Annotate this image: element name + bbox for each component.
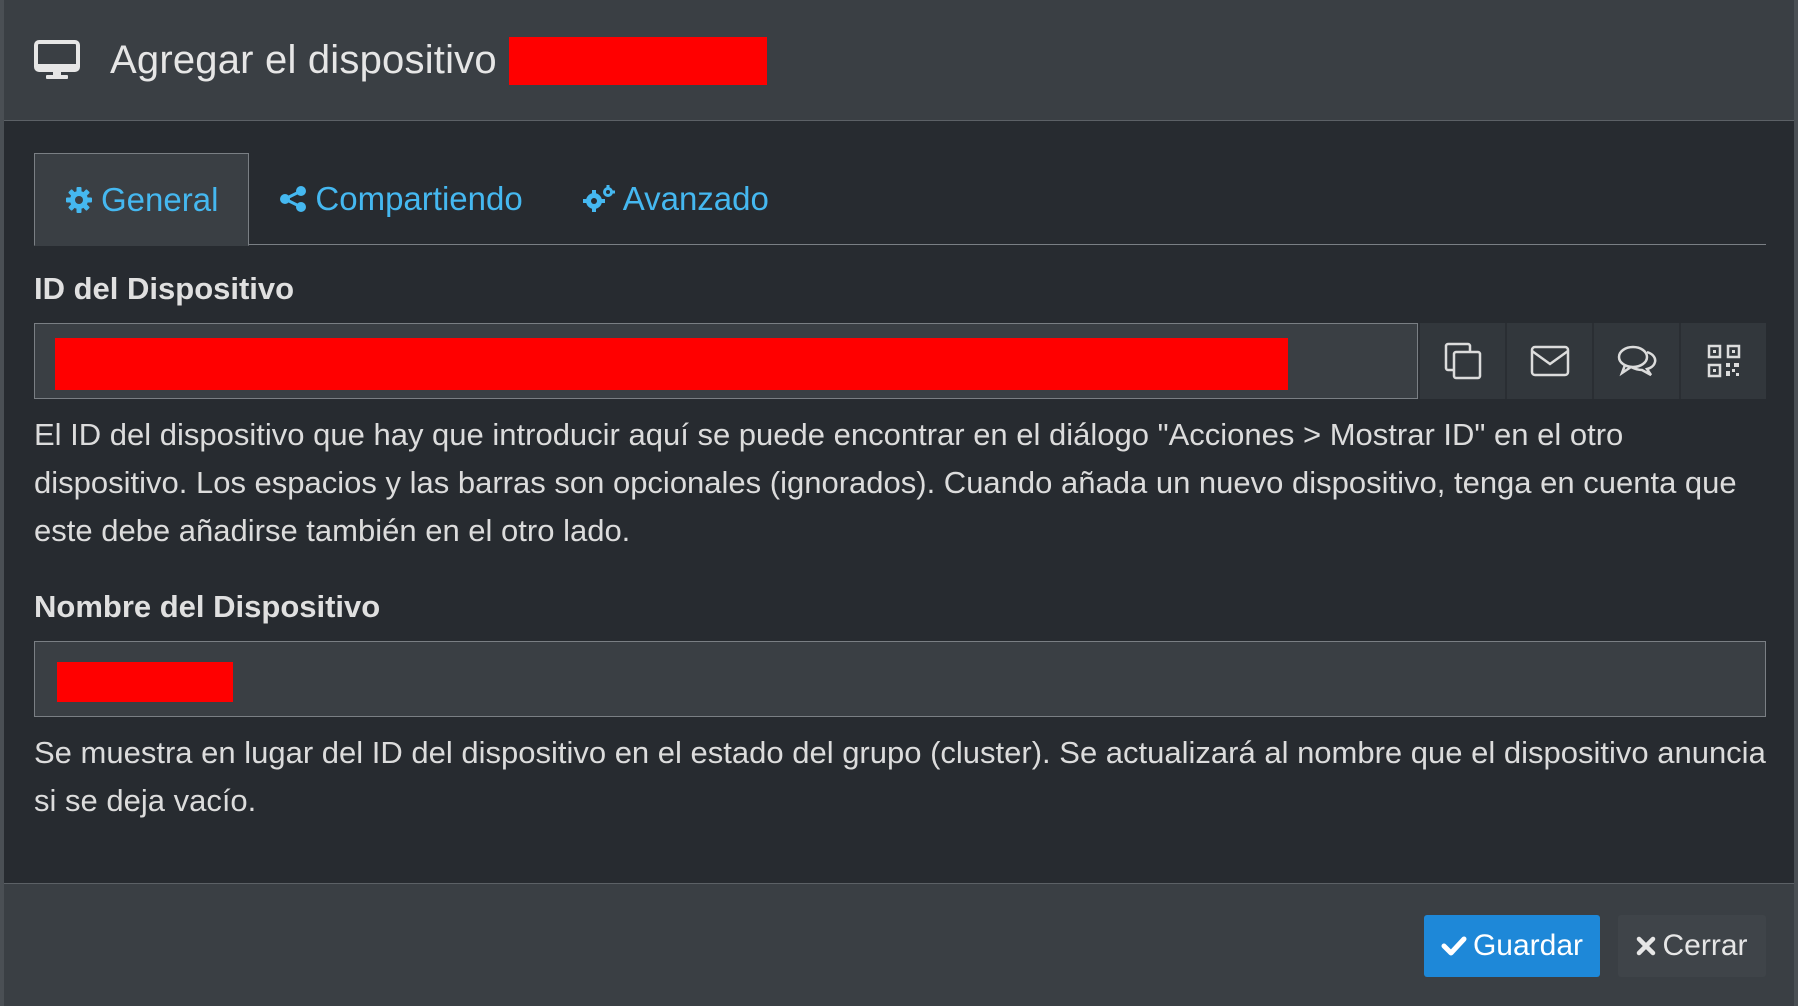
qr-code-icon (1707, 344, 1740, 378)
chat-button[interactable] (1592, 323, 1679, 399)
chat-icon (1617, 345, 1656, 377)
tab-advanced-label: Avanzado (622, 180, 769, 217)
tab-sharing-label: Compartiendo (315, 180, 523, 217)
check-icon (1441, 936, 1467, 956)
dialog-title: Agregar el dispositivo (110, 37, 497, 82)
email-button[interactable] (1505, 323, 1592, 399)
tab-general[interactable]: General (34, 153, 250, 246)
gear-icon (66, 186, 92, 213)
close-button-label: Cerrar (1662, 929, 1748, 962)
tab-general-label: General (101, 180, 219, 218)
gears-icon (582, 185, 615, 212)
copy-button[interactable] (1418, 323, 1505, 399)
qr-code-button[interactable] (1679, 323, 1766, 399)
close-button[interactable]: Cerrar (1618, 915, 1766, 977)
device-id-input[interactable] (34, 323, 1418, 399)
share-icon (280, 186, 307, 212)
dialog-header: Agregar el dispositivo (4, 0, 1794, 121)
device-name-input[interactable] (34, 641, 1766, 717)
monitor-icon (34, 40, 80, 80)
add-device-dialog: Agregar el dispositivo General Compartie… (0, 0, 1798, 1006)
device-name-label: Nombre del Dispositivo (34, 589, 381, 624)
redacted-device-name (508, 37, 767, 85)
device-name-help: Se muestra en lugar del ID del dispositi… (34, 735, 1766, 818)
tab-advanced[interactable]: Avanzado (553, 153, 799, 245)
save-button-label: Guardar (1472, 929, 1584, 962)
close-icon (1637, 936, 1656, 956)
save-button[interactable]: Guardar (1424, 915, 1600, 977)
tab-bar: General Compartiendo Avanzado (34, 153, 1766, 246)
device-id-help: El ID del dispositivo que hay que introd… (34, 417, 1737, 548)
redacted-device-id (55, 338, 1288, 390)
redacted-device-name-value (57, 662, 233, 702)
device-id-label: ID del Dispositivo (34, 271, 295, 306)
device-id-input-group (34, 323, 1766, 399)
tab-sharing[interactable]: Compartiendo (249, 153, 552, 245)
dialog-footer: Guardar Cerrar (4, 883, 1794, 1006)
copy-icon (1444, 342, 1481, 380)
email-icon (1530, 345, 1569, 377)
